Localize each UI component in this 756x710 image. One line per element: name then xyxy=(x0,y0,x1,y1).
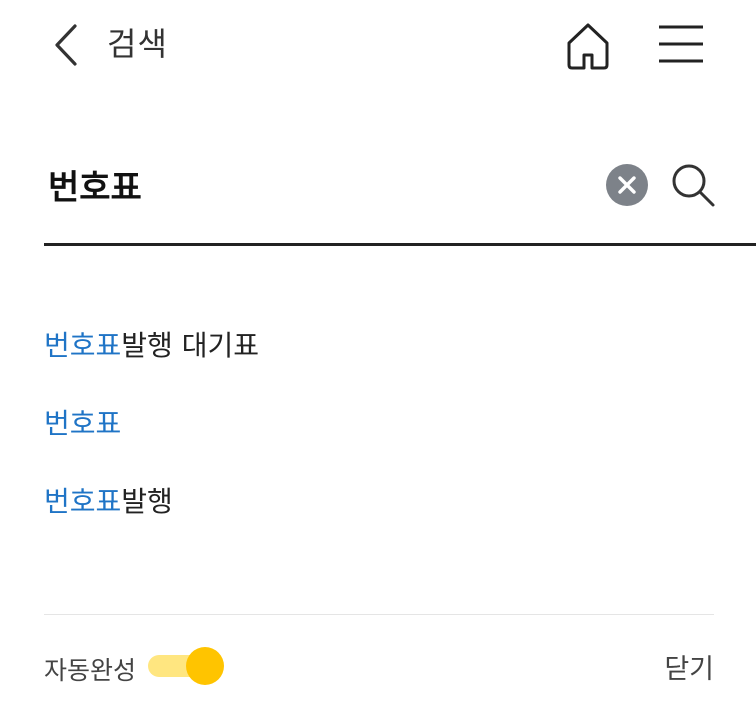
search-icon xyxy=(672,164,715,207)
close-button[interactable]: 닫기 xyxy=(664,647,714,686)
suggestion-match: 번호표 xyxy=(44,485,122,518)
toggle-knob xyxy=(186,647,224,685)
clear-x-icon xyxy=(618,176,636,194)
suggestion-list: 번호표발행 대기표 번호표 번호표발행 xyxy=(44,300,714,534)
suggestion-rest: 발행 대기표 xyxy=(121,329,259,362)
search-bar xyxy=(44,140,756,246)
search-input[interactable] xyxy=(44,154,592,214)
back-button[interactable] xyxy=(44,20,88,70)
suggestion-match: 번호표 xyxy=(44,407,122,440)
autocomplete-label: 자동완성 xyxy=(44,656,137,685)
suggestion-match: 번호표 xyxy=(44,329,122,362)
autocomplete-toggle[interactable] xyxy=(148,647,226,685)
suggestion-item[interactable]: 번호표 xyxy=(44,378,714,456)
suggestion-rest: 발행 xyxy=(121,485,173,518)
page-title: 검색 xyxy=(107,25,168,63)
suggestion-item[interactable]: 번호표발행 대기표 xyxy=(44,300,714,378)
search-button[interactable] xyxy=(668,160,718,210)
menu-button[interactable] xyxy=(650,18,712,70)
clear-search-button[interactable] xyxy=(606,164,648,206)
search-footer: 자동완성 닫기 xyxy=(44,614,714,710)
hamburger-menu-icon xyxy=(659,25,703,63)
home-icon xyxy=(567,23,609,70)
suggestion-item[interactable]: 번호표발행 xyxy=(44,456,714,534)
home-button[interactable] xyxy=(560,18,616,74)
back-arrow-icon xyxy=(55,24,77,66)
header: 검색 xyxy=(0,0,756,90)
